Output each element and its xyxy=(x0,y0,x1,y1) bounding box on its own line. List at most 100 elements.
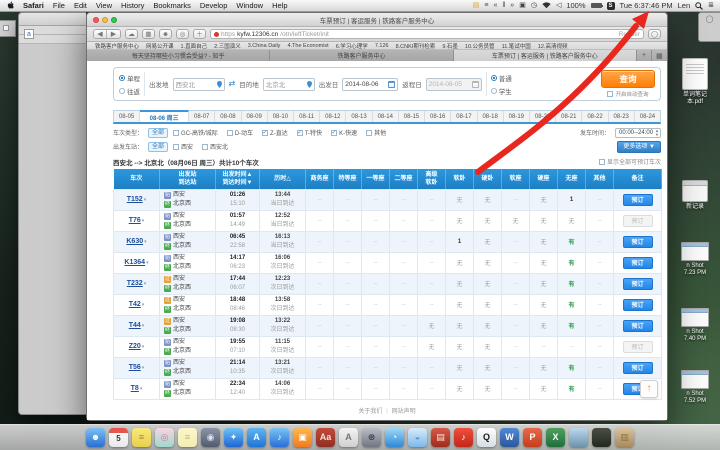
dock-calendar-icon[interactable]: 5 xyxy=(109,428,128,447)
depart-station-checkbox[interactable] xyxy=(173,144,179,150)
date-tab-08-06[interactable]: 08-06 周三 xyxy=(140,110,189,122)
bookmark-item[interactable]: 6.学习心理学 xyxy=(336,42,368,50)
to-station-input[interactable]: 北京北 xyxy=(263,78,315,91)
date-tab-08-22[interactable]: 08-22 xyxy=(582,111,608,122)
passenger-type-普通[interactable]: 普通 xyxy=(491,73,512,83)
date-tab-08-15[interactable]: 08-15 xyxy=(399,111,425,122)
dock-stickies-icon[interactable]: ≡ xyxy=(132,428,151,447)
menu-file[interactable]: File xyxy=(52,1,66,10)
expand-caret-icon[interactable]: ▾ xyxy=(144,281,147,287)
dock-dictionary-icon[interactable]: Aa xyxy=(316,428,335,447)
date-tab-08-10[interactable]: 08-10 xyxy=(268,111,294,122)
back-to-top-button[interactable]: ↑ xyxy=(640,380,658,398)
from-station-input[interactable]: 西安北 xyxy=(173,78,225,91)
browser-tab-active[interactable]: 车票预订 | 客运服务 | 铁路客户服务中心 xyxy=(454,50,637,61)
column-header[interactable]: 无座 xyxy=(558,169,586,189)
train-type-option[interactable]: T-特快 xyxy=(297,128,322,137)
menu-window[interactable]: Window xyxy=(235,1,264,10)
bookmark-item[interactable]: 7.126 xyxy=(375,43,389,49)
column-header[interactable]: 商务座 xyxy=(306,169,334,189)
depart-station-option[interactable]: 西安 xyxy=(173,142,193,151)
column-header[interactable]: 硬座 xyxy=(530,169,558,189)
dock-qq-browser-icon[interactable]: ◔ xyxy=(385,428,404,447)
dock-photos-icon[interactable]: ◎ xyxy=(155,428,174,447)
book-button[interactable]: 预订 xyxy=(623,194,653,206)
date-tab-08-09[interactable]: 08-09 xyxy=(242,111,268,122)
trip-type-radio[interactable] xyxy=(119,75,125,81)
train-code-link[interactable]: T42 xyxy=(129,301,141,308)
column-header[interactable]: 出发时间▲ 到达时间▼ xyxy=(216,169,260,189)
bookmark-item[interactable]: 8.CNKI期刊检索 xyxy=(396,42,436,50)
date-tab-08-16[interactable]: 08-16 xyxy=(425,111,451,122)
dock-textedit-icon[interactable]: A xyxy=(339,428,358,447)
bookmark-item[interactable]: 2.三国演义 xyxy=(214,42,241,50)
top-sites-icon[interactable]: ▦ xyxy=(142,29,155,39)
train-code-link[interactable]: Z20 xyxy=(129,343,141,350)
train-code-link[interactable]: T232 xyxy=(127,280,143,287)
depart-station-option[interactable]: 西安北 xyxy=(202,142,228,151)
more-options-button[interactable]: 更多选项 ▼ xyxy=(617,141,661,153)
dock-photo-file-icon[interactable] xyxy=(569,428,588,447)
apple-menu-icon[interactable] xyxy=(6,1,15,10)
date-tab-08-20[interactable]: 08-20 xyxy=(530,111,556,122)
train-type-checkbox[interactable] xyxy=(297,130,303,136)
dock-finder-icon[interactable]: ☻ xyxy=(86,428,105,447)
train-type-checkbox[interactable] xyxy=(227,130,233,136)
book-button[interactable]: 预订 xyxy=(623,362,653,374)
date-tab-08-24[interactable]: 08-24 xyxy=(635,111,660,122)
trip-type-单程[interactable]: 单程 xyxy=(119,73,140,83)
column-header[interactable]: 出发站 到达站 xyxy=(160,169,216,189)
skitch-icon[interactable]: S xyxy=(607,2,615,10)
menu-safari[interactable]: Safari xyxy=(22,1,45,10)
train-type-option[interactable]: GC-高铁/城际 xyxy=(173,128,218,137)
printer-icon[interactable]: ▣ xyxy=(519,0,526,12)
train-type-checkbox[interactable] xyxy=(331,130,337,136)
show-all-checkbox[interactable] xyxy=(599,159,605,165)
notification-center-icon[interactable]: ≣ xyxy=(708,0,714,12)
expand-caret-icon[interactable]: ▾ xyxy=(142,365,145,371)
date-tab-08-07[interactable]: 08-07 xyxy=(189,111,215,122)
bookmark-item[interactable]: 11.笔试中国 xyxy=(502,42,531,50)
download-icon[interactable]: ◯ xyxy=(648,29,661,39)
expand-caret-icon[interactable]: ▾ xyxy=(142,344,145,350)
column-header[interactable]: 备注 xyxy=(614,169,662,189)
app-status-icon[interactable]: ▤ xyxy=(473,0,480,12)
search-button[interactable]: 查询 xyxy=(601,70,655,88)
date-tab-08-11[interactable]: 08-11 xyxy=(294,111,320,122)
bookmark-item[interactable]: 3.China Daily xyxy=(248,43,281,49)
column-header[interactable]: 软卧 xyxy=(446,169,474,189)
column-header[interactable]: 高级 软卧 xyxy=(418,169,446,189)
depart-time-select[interactable]: 00:00--24:00 ▲▼ xyxy=(615,128,661,138)
background-window[interactable]: a xyxy=(18,12,86,415)
expand-caret-icon[interactable]: ▾ xyxy=(144,197,147,203)
browser-tab[interactable]: 铁路客户服务中心 xyxy=(270,50,453,61)
menu-edit[interactable]: Edit xyxy=(73,1,88,10)
bookmark-item[interactable]: 1.直面自己 xyxy=(181,42,208,50)
wifi-icon[interactable] xyxy=(542,2,551,9)
train-code-link[interactable]: K630 xyxy=(126,238,143,245)
passenger-type-radio[interactable] xyxy=(491,75,497,81)
bookmark-item[interactable]: 网易公开课 xyxy=(146,42,174,50)
dock-red-book-icon[interactable]: ▤ xyxy=(431,428,450,447)
menu-view[interactable]: View xyxy=(95,1,113,10)
dock-safari-icon[interactable]: ✦ xyxy=(224,428,243,447)
book-button[interactable]: 预订 xyxy=(623,299,653,311)
bookmark-item[interactable]: 4.The Economist xyxy=(287,43,328,49)
desktop-icon-screenshot[interactable]: n Shot 7.52 PM xyxy=(672,370,718,405)
date-tab-08-19[interactable]: 08-19 xyxy=(504,111,530,122)
trip-type-往返[interactable]: 往返 xyxy=(119,86,140,96)
address-bar[interactable]: https kyfw.12306.cn /otn/leftTicket/init… xyxy=(210,29,644,39)
auto-query-option[interactable]: 开启自动查询 xyxy=(607,90,648,98)
minimize-button[interactable] xyxy=(102,17,108,23)
menu-bookmarks[interactable]: Bookmarks xyxy=(152,1,192,10)
train-code-link[interactable]: T8 xyxy=(131,385,139,392)
dock-qq-icon[interactable]: Q xyxy=(477,428,496,447)
expand-caret-icon[interactable]: ▾ xyxy=(142,218,145,224)
train-type-checkbox[interactable] xyxy=(366,130,372,136)
date-tab-08-21[interactable]: 08-21 xyxy=(556,111,582,122)
swap-stations-icon[interactable]: ⇄ xyxy=(229,80,236,88)
close-button[interactable] xyxy=(93,17,99,23)
date-tab-08-14[interactable]: 08-14 xyxy=(373,111,399,122)
book-button[interactable]: 预订 xyxy=(623,257,653,269)
forward-button[interactable]: ▶ xyxy=(107,30,120,38)
